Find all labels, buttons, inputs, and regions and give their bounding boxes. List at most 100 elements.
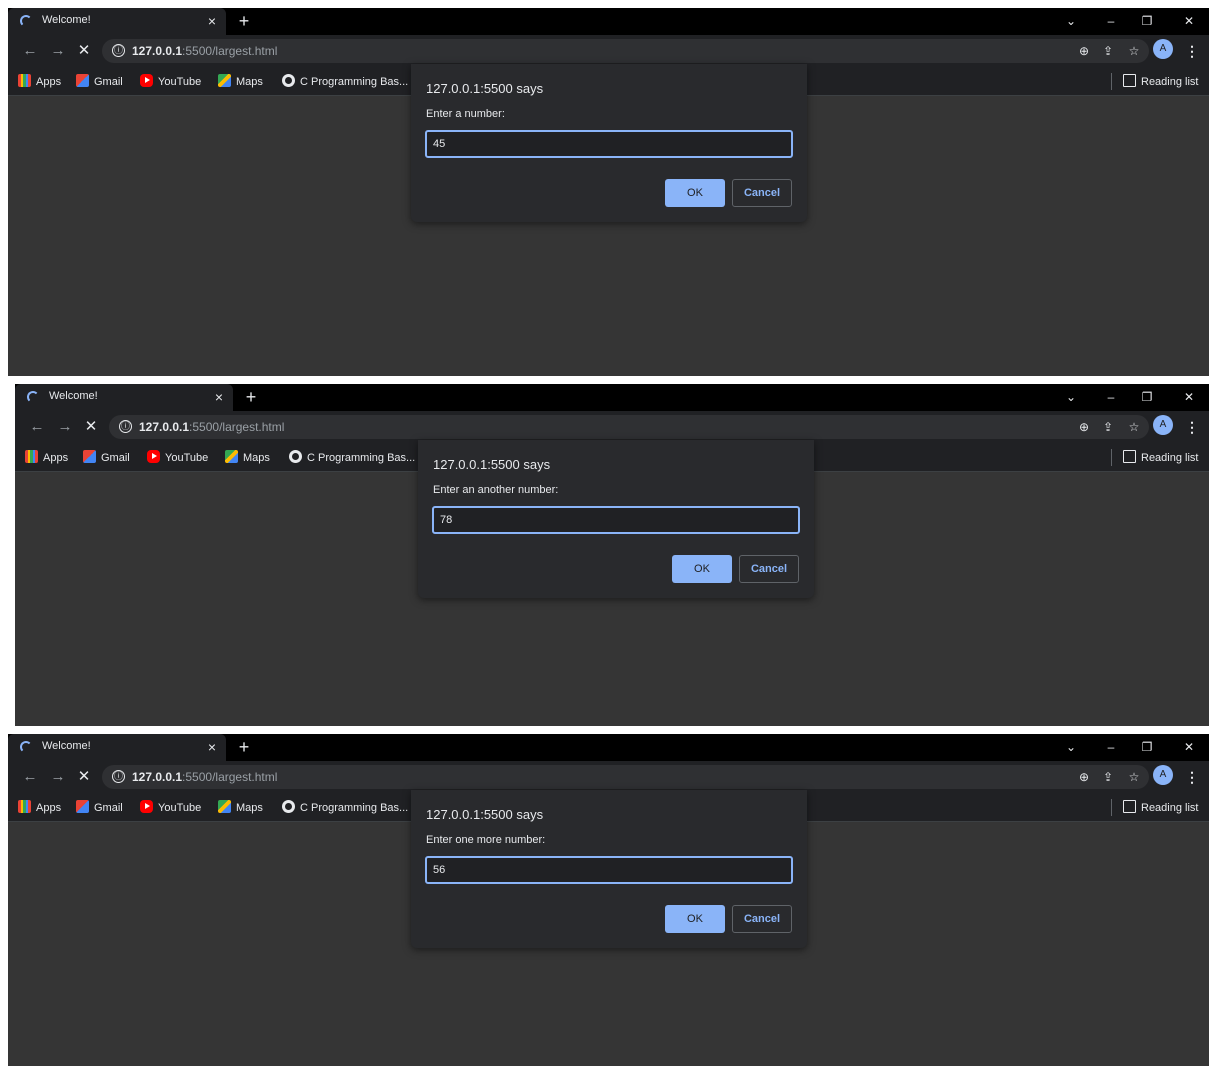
bookmark-apps[interactable]: Apps bbox=[25, 450, 68, 466]
zoom-icon[interactable]: ⊕ bbox=[1075, 768, 1093, 786]
bookmark-maps[interactable]: Maps bbox=[218, 74, 263, 90]
site-info-icon[interactable]: ⓘ bbox=[112, 770, 125, 783]
cancel-button[interactable]: Cancel bbox=[739, 555, 799, 583]
bookmark-gmail[interactable]: Gmail bbox=[76, 800, 123, 816]
active-tab[interactable]: Welcome! × bbox=[15, 384, 233, 411]
apps-grid-icon bbox=[18, 74, 31, 87]
minimize-button[interactable]: – bbox=[1099, 387, 1123, 407]
tab-search-icon[interactable]: ⌄ bbox=[1059, 737, 1083, 757]
bookmark-label: Apps bbox=[36, 802, 62, 814]
restore-button[interactable]: ❐ bbox=[1135, 387, 1159, 407]
bookmark-apps[interactable]: Apps bbox=[18, 74, 61, 90]
bookmark-star-icon[interactable]: ☆ bbox=[1125, 768, 1143, 786]
youtube-icon bbox=[140, 74, 153, 87]
back-button[interactable]: ← bbox=[27, 417, 47, 437]
tab-search-icon[interactable]: ⌄ bbox=[1059, 387, 1083, 407]
menu-icon[interactable]: ⋮ bbox=[1185, 417, 1199, 437]
tab-title: Welcome! bbox=[42, 740, 91, 752]
active-tab[interactable]: Welcome! × bbox=[8, 8, 226, 35]
bookmark-youtube[interactable]: YouTube bbox=[140, 74, 201, 90]
restore-button[interactable]: ❐ bbox=[1135, 737, 1159, 757]
address-bar[interactable]: ⓘ 127.0.0.1:5500/largest.html ⊕ ⇪ ☆ bbox=[109, 415, 1149, 439]
bookmark-label: C Programming Bas... bbox=[300, 76, 409, 88]
forward-button[interactable]: → bbox=[48, 41, 68, 61]
profile-avatar[interactable]: A bbox=[1153, 39, 1173, 59]
screenshot-collage: Welcome! × + ⌄ – ❐ ✕ ← → ✕ ⓘ 127.0.0.1:5… bbox=[0, 0, 1209, 1066]
bookmark-label: Maps bbox=[236, 802, 263, 814]
reading-list-label: Reading list bbox=[1141, 76, 1199, 88]
tab-close-icon[interactable]: × bbox=[204, 737, 220, 757]
zoom-icon[interactable]: ⊕ bbox=[1075, 42, 1093, 60]
bookmark-label: Apps bbox=[43, 452, 69, 464]
bookmark-star-icon[interactable]: ☆ bbox=[1125, 42, 1143, 60]
dialog-title: 127.0.0.1:5500 says bbox=[426, 807, 544, 822]
bookmark-label: Gmail bbox=[94, 802, 123, 814]
address-bar[interactable]: ⓘ 127.0.0.1:5500/largest.html ⊕ ⇪ ☆ bbox=[102, 765, 1149, 789]
share-icon[interactable]: ⇪ bbox=[1099, 418, 1117, 436]
menu-icon[interactable]: ⋮ bbox=[1185, 767, 1199, 787]
minimize-button[interactable]: – bbox=[1099, 11, 1123, 31]
bookmark-star-icon[interactable]: ☆ bbox=[1125, 418, 1143, 436]
ok-button[interactable]: OK bbox=[665, 179, 725, 207]
prompt-dialog: 127.0.0.1:5500 says Enter a number: 45 O… bbox=[411, 64, 807, 222]
bookmark-youtube[interactable]: YouTube bbox=[147, 450, 208, 466]
bookmark-gmail[interactable]: Gmail bbox=[76, 74, 123, 90]
globe-icon bbox=[282, 800, 295, 813]
restore-button[interactable]: ❐ bbox=[1135, 11, 1159, 31]
close-window-button[interactable]: ✕ bbox=[1177, 737, 1201, 757]
dialog-message: Enter one more number: bbox=[426, 834, 546, 846]
bookmark-c-programming[interactable]: C Programming Bas... bbox=[282, 800, 408, 816]
address-bar[interactable]: ⓘ 127.0.0.1:5500/largest.html ⊕ ⇪ ☆ bbox=[102, 39, 1149, 63]
close-window-button[interactable]: ✕ bbox=[1177, 387, 1201, 407]
stop-button[interactable]: ✕ bbox=[74, 767, 94, 787]
back-button[interactable]: ← bbox=[20, 41, 40, 61]
loading-spinner-icon bbox=[20, 15, 32, 27]
active-tab[interactable]: Welcome! × bbox=[8, 734, 226, 761]
minimize-button[interactable]: – bbox=[1099, 737, 1123, 757]
menu-icon[interactable]: ⋮ bbox=[1185, 41, 1199, 61]
tab-title: Welcome! bbox=[42, 14, 91, 26]
back-button[interactable]: ← bbox=[20, 767, 40, 787]
new-tab-button[interactable]: + bbox=[241, 386, 261, 408]
prompt-input[interactable]: 45 bbox=[425, 130, 793, 158]
site-info-icon[interactable]: ⓘ bbox=[119, 420, 132, 433]
bookmark-apps[interactable]: Apps bbox=[18, 800, 61, 816]
tab-close-icon[interactable]: × bbox=[211, 387, 227, 407]
bookmark-maps[interactable]: Maps bbox=[218, 800, 263, 816]
prompt-input[interactable]: 78 bbox=[432, 506, 800, 534]
ok-button[interactable]: OK bbox=[672, 555, 732, 583]
site-info-icon[interactable]: ⓘ bbox=[112, 44, 125, 57]
dialog-message: Enter a number: bbox=[426, 108, 505, 120]
profile-avatar[interactable]: A bbox=[1153, 765, 1173, 785]
ok-button[interactable]: OK bbox=[665, 905, 725, 933]
tab-close-icon[interactable]: × bbox=[204, 11, 220, 31]
new-tab-button[interactable]: + bbox=[234, 736, 254, 758]
stop-button[interactable]: ✕ bbox=[74, 41, 94, 61]
close-window-button[interactable]: ✕ bbox=[1177, 11, 1201, 31]
profile-avatar[interactable]: A bbox=[1153, 415, 1173, 435]
forward-button[interactable]: → bbox=[55, 417, 75, 437]
bookmark-maps[interactable]: Maps bbox=[225, 450, 270, 466]
cancel-button[interactable]: Cancel bbox=[732, 179, 792, 207]
new-tab-button[interactable]: + bbox=[234, 10, 254, 32]
bookmark-label: YouTube bbox=[158, 802, 202, 814]
url-text: 127.0.0.1:5500/largest.html bbox=[132, 44, 277, 58]
browser-window-2: Welcome! × + ⌄ – ❐ ✕ ← → ✕ ⓘ 127.0.0.1:5… bbox=[15, 384, 1209, 726]
share-icon[interactable]: ⇪ bbox=[1099, 42, 1117, 60]
cancel-button[interactable]: Cancel bbox=[732, 905, 792, 933]
dialog-title: 127.0.0.1:5500 says bbox=[433, 457, 551, 472]
reading-list-button[interactable]: Reading list bbox=[1123, 450, 1198, 466]
share-icon[interactable]: ⇪ bbox=[1099, 768, 1117, 786]
forward-button[interactable]: → bbox=[48, 767, 68, 787]
prompt-input[interactable]: 56 bbox=[425, 856, 793, 884]
bookmark-c-programming[interactable]: C Programming Bas... bbox=[282, 74, 408, 90]
bookmark-gmail[interactable]: Gmail bbox=[83, 450, 130, 466]
tab-search-icon[interactable]: ⌄ bbox=[1059, 11, 1083, 31]
zoom-icon[interactable]: ⊕ bbox=[1075, 418, 1093, 436]
reading-list-button[interactable]: Reading list bbox=[1123, 74, 1198, 90]
stop-button[interactable]: ✕ bbox=[81, 417, 101, 437]
bookmark-c-programming[interactable]: C Programming Bas... bbox=[289, 450, 415, 466]
bookmark-youtube[interactable]: YouTube bbox=[140, 800, 201, 816]
reading-list-button[interactable]: Reading list bbox=[1123, 800, 1198, 816]
title-bar: Welcome! × + ⌄ – ❐ ✕ bbox=[15, 384, 1209, 411]
